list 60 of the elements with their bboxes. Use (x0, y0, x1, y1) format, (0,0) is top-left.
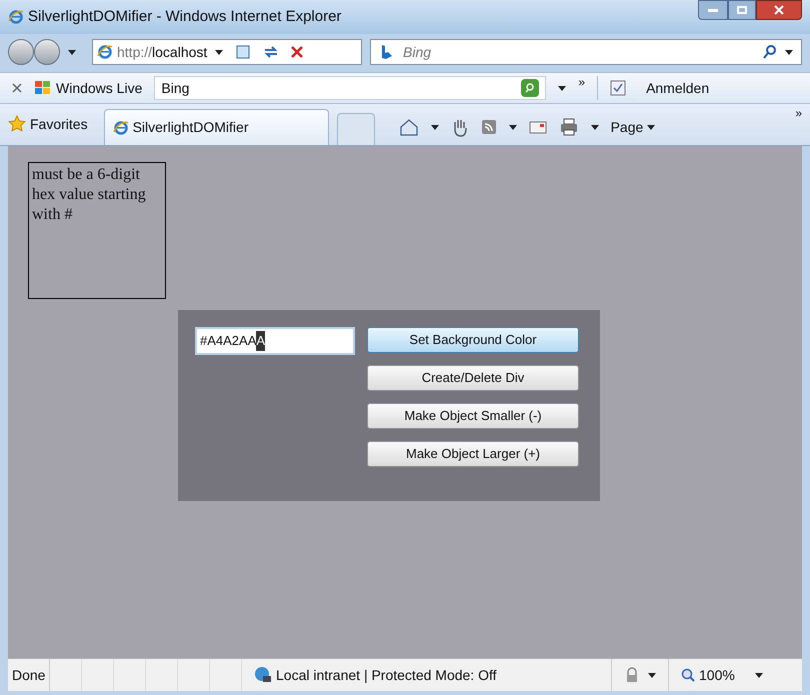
compatibility-icon[interactable] (235, 44, 252, 60)
checkbox-icon[interactable] (610, 80, 626, 96)
caret-icon (754, 672, 763, 678)
caret-icon (647, 124, 656, 130)
validation-message: must be a 6-digit hex value starting with # (28, 162, 166, 299)
caret-icon (785, 50, 793, 54)
lock-icon[interactable] (624, 667, 640, 683)
caret-icon (590, 124, 599, 130)
caret-icon (508, 124, 517, 130)
search-icon[interactable] (763, 45, 777, 59)
status-text: Done (8, 659, 50, 691)
action-button[interactable]: Make Object Larger (+) (367, 441, 579, 467)
close-button[interactable] (756, 0, 802, 20)
globe-icon (254, 666, 272, 684)
search-icon (525, 83, 536, 93)
stop-icon[interactable] (291, 46, 304, 58)
forward-button[interactable] (34, 39, 60, 65)
home-icon[interactable] (398, 118, 419, 136)
search-field[interactable]: Bing (370, 39, 802, 65)
address-field[interactable]: http://localhost (92, 39, 362, 65)
window-title: SilverlightDOMifier - Windows Internet Explorer (28, 6, 342, 27)
browser-tab[interactable]: SilverlightDOMifier (104, 109, 329, 145)
caret-icon (430, 124, 439, 130)
action-button[interactable]: Set Background Color (367, 327, 579, 353)
refresh-icon[interactable] (263, 44, 280, 60)
search-engine-logo-icon (379, 44, 395, 60)
more-chevron[interactable]: » (795, 104, 802, 122)
zoom-button[interactable]: 100% (669, 664, 735, 686)
browser-logo-icon (8, 9, 24, 25)
mail-icon[interactable] (528, 120, 547, 134)
security-zone-text: Local intranet | Protected Mode: Off (276, 666, 496, 685)
zoom-icon (681, 668, 695, 682)
search-value: Bing (161, 78, 190, 98)
sign-in-link[interactable]: Anmelden (646, 78, 710, 98)
caret-icon (68, 50, 76, 54)
minimize-button[interactable] (698, 0, 728, 20)
more-chevron[interactable]: » (578, 73, 586, 91)
search-placeholder: Bing (403, 42, 432, 62)
action-button[interactable]: Create/Delete Div (367, 365, 579, 391)
close-icon[interactable] (12, 83, 22, 93)
back-button[interactable] (8, 39, 34, 65)
rss-feed-icon[interactable] (480, 119, 497, 135)
caret-icon (558, 86, 566, 90)
caret-icon (648, 672, 656, 678)
search-go-button[interactable] (521, 79, 540, 97)
color-input-field[interactable]: #A4A2AAA (195, 327, 355, 355)
windows-logo-icon (34, 80, 52, 96)
star-icon (8, 115, 26, 133)
browser-logo-icon (112, 120, 129, 136)
caret-icon (215, 50, 224, 54)
maximize-button[interactable] (728, 0, 756, 20)
browser-logo-icon (97, 44, 113, 60)
printer-icon[interactable] (558, 118, 579, 136)
windows-live-label[interactable]: Windows Live (56, 78, 142, 98)
favorites-button[interactable]: Favorites (8, 107, 96, 141)
close-icon (774, 5, 784, 15)
page-menu-button[interactable]: Page (610, 116, 656, 138)
url-text: http://localhost (117, 42, 208, 62)
toolbar-search-field[interactable]: Bing (154, 76, 546, 100)
action-button[interactable]: Make Object Smaller (-) (367, 403, 579, 429)
